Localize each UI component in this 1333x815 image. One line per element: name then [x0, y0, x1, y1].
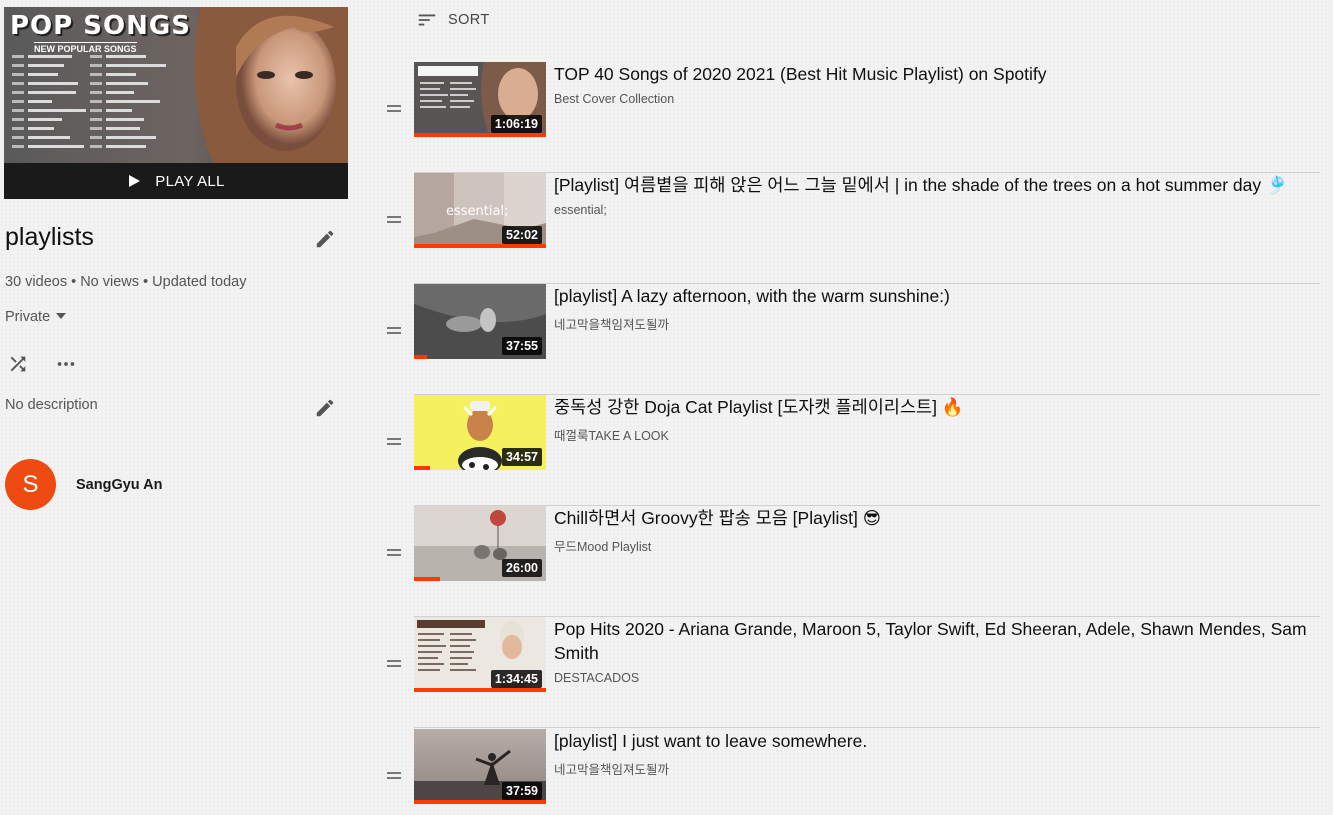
privacy-value: Private — [5, 309, 51, 325]
video-row[interactable]: 1:06:19 TOP 40 Songs of 2020 2021 (Best … — [380, 62, 1320, 173]
video-info: [playlist] I just want to leave somewher… — [554, 729, 1320, 778]
hero-art-title: POP SONGS — [10, 11, 191, 41]
video-duration: 34:57 — [502, 448, 542, 466]
video-thumbnail[interactable]: 1:06:19 — [414, 62, 546, 137]
video-thumbnail[interactable]: 26:00 — [414, 506, 546, 581]
video-channel[interactable]: 네고막을책임져도될까 — [554, 759, 1320, 778]
video-channel[interactable]: 무드Mood Playlist — [554, 536, 1320, 555]
video-thumbnail[interactable]: 1:34:45 — [414, 617, 546, 692]
playlist-owner[interactable]: S SangGyu An — [5, 459, 162, 510]
shuffle-icon — [10, 356, 26, 372]
playlist-hero-thumbnail[interactable]: POP SONGS NEW POPULAR SONGS PLAY ALL — [4, 7, 348, 199]
video-channel[interactable]: 때껄룩TAKE A LOOK — [554, 425, 1320, 444]
watch-progress-bar — [414, 466, 430, 470]
video-channel[interactable]: Best Cover Collection — [554, 92, 1320, 106]
play-icon — [129, 175, 141, 187]
drag-handle-icon[interactable] — [387, 549, 401, 559]
svg-text:essential;: essential; — [446, 204, 508, 219]
video-row[interactable]: 37:59 [playlist] I just want to leave so… — [380, 729, 1320, 815]
video-row[interactable]: essential; 52:02 [Playlist] 여름볕을 피해 앉은 어… — [380, 173, 1320, 284]
video-title[interactable]: [Playlist] 여름볕을 피해 앉은 어느 그늘 밑에서 | in the… — [554, 173, 1320, 197]
playlist-stats: 30 videos • No views • Updated today — [5, 274, 247, 290]
video-channel[interactable]: 네고막을책임져도될까 — [554, 314, 1320, 333]
video-thumbnail[interactable]: 34:57 — [414, 395, 546, 470]
video-row[interactable]: 26:00 Chill하면서 Groovy한 팝송 모음 [Playlist] … — [380, 506, 1320, 617]
caret-down-icon — [56, 313, 67, 319]
video-thumbnail[interactable]: 37:59 — [414, 729, 546, 804]
drag-handle-icon[interactable] — [387, 660, 401, 670]
video-thumbnail[interactable]: 37:55 — [414, 284, 546, 359]
video-duration: 37:55 — [502, 337, 542, 355]
video-info: TOP 40 Songs of 2020 2021 (Best Hit Musi… — [554, 62, 1320, 106]
playlist-title: playlists — [5, 223, 94, 251]
playlist-page: POP SONGS NEW POPULAR SONGS PLAY ALL pla… — [0, 0, 1333, 815]
drag-handle-icon[interactable] — [387, 772, 401, 782]
play-all-button[interactable]: PLAY ALL — [4, 163, 348, 199]
video-channel[interactable]: essential; — [554, 203, 1320, 217]
video-row[interactable]: 37:55 [playlist] A lazy afternoon, with … — [380, 284, 1320, 395]
playlist-description: No description — [5, 397, 98, 413]
pencil-icon — [316, 230, 334, 248]
playlist-video-list: SORT 1:06:19 TOP 40 Songs of 2020 2021 (… — [380, 0, 1333, 815]
video-title[interactable]: TOP 40 Songs of 2020 2021 (Best Hit Musi… — [554, 62, 1320, 86]
video-info: Pop Hits 2020 - Ariana Grande, Maroon 5,… — [554, 617, 1320, 685]
sort-icon — [418, 14, 436, 26]
privacy-dropdown[interactable]: Private — [5, 309, 67, 325]
video-duration: 1:34:45 — [490, 670, 542, 688]
drag-handle-icon[interactable] — [387, 438, 401, 448]
video-channel[interactable]: DESTACADOS — [554, 671, 1320, 685]
video-duration: 52:02 — [502, 226, 542, 244]
drag-handle-icon[interactable] — [387, 105, 401, 115]
video-title[interactable]: [playlist] I just want to leave somewher… — [554, 729, 1320, 753]
video-thumbnail[interactable]: essential; 52:02 — [414, 173, 546, 248]
playlist-sidebar: POP SONGS NEW POPULAR SONGS PLAY ALL pla… — [0, 0, 360, 815]
watch-progress-bar — [414, 800, 546, 804]
video-title[interactable]: Pop Hits 2020 - Ariana Grande, Maroon 5,… — [554, 617, 1320, 665]
sort-button[interactable]: SORT — [416, 9, 490, 31]
pencil-icon — [316, 399, 334, 417]
watch-progress-bar — [414, 355, 428, 359]
sort-label: SORT — [448, 12, 490, 28]
watch-progress-bar — [414, 688, 546, 692]
drag-handle-icon[interactable] — [387, 327, 401, 337]
video-row[interactable]: 1:34:45 Pop Hits 2020 - Ariana Grande, M… — [380, 617, 1320, 728]
more-options-button[interactable] — [54, 352, 78, 376]
video-info: [playlist] A lazy afternoon, with the wa… — [554, 284, 1320, 333]
video-info: [Playlist] 여름볕을 피해 앉은 어느 그늘 밑에서 | in the… — [554, 173, 1320, 217]
watch-progress-bar — [414, 133, 546, 137]
row-divider — [414, 727, 1320, 728]
video-title[interactable]: 중독성 강한 Doja Cat Playlist [도자캣 플레이리스트] 🔥 — [554, 395, 1320, 419]
shuffle-button[interactable] — [6, 352, 30, 376]
video-duration: 26:00 — [502, 559, 542, 577]
video-duration: 1:06:19 — [490, 115, 542, 133]
video-info: Chill하면서 Groovy한 팝송 모음 [Playlist] 😎 무드Mo… — [554, 506, 1320, 555]
edit-title-button[interactable] — [311, 225, 339, 253]
play-all-label: PLAY ALL — [155, 172, 225, 190]
avatar[interactable]: S — [5, 459, 56, 510]
more-horizontal-icon — [57, 362, 75, 366]
video-duration: 37:59 — [502, 782, 542, 800]
watch-progress-bar — [414, 577, 441, 581]
edit-description-button[interactable] — [311, 394, 339, 422]
hero-tracklist-graphic — [12, 55, 166, 148]
video-title[interactable]: Chill하면서 Groovy한 팝송 모음 [Playlist] 😎 — [554, 506, 1320, 530]
video-row[interactable]: 34:57 중독성 강한 Doja Cat Playlist [도자캣 플레이리… — [380, 395, 1320, 506]
drag-handle-icon[interactable] — [387, 216, 401, 226]
owner-name[interactable]: SangGyu An — [76, 477, 162, 493]
video-title[interactable]: [playlist] A lazy afternoon, with the wa… — [554, 284, 1320, 308]
video-info: 중독성 강한 Doja Cat Playlist [도자캣 플레이리스트] 🔥 … — [554, 395, 1320, 444]
watch-progress-bar — [414, 244, 546, 248]
playlist-actions — [6, 352, 78, 376]
